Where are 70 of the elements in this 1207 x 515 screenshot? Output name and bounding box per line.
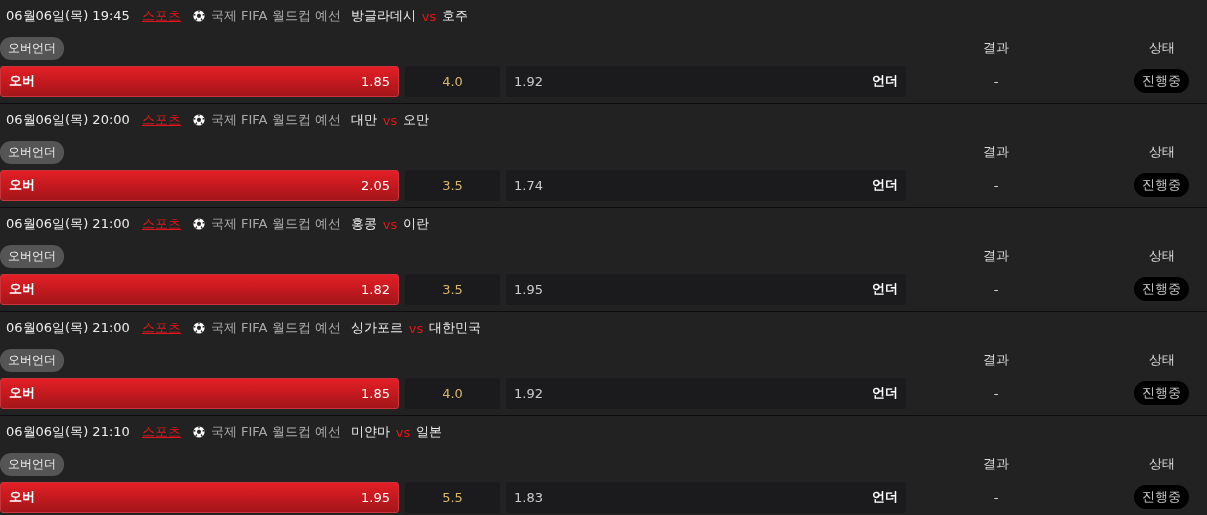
status-badge: 진행중 xyxy=(1134,485,1189,509)
column-header: 상태 xyxy=(1148,247,1175,265)
home-team: 싱가포르 xyxy=(350,319,403,337)
home-team: 홍콩 xyxy=(350,215,377,233)
status-badge: 진행중 xyxy=(1134,277,1189,301)
under-odds-button[interactable]: 1.74 언더 xyxy=(506,169,906,201)
versus-label: vs xyxy=(421,8,437,24)
status-badge: 진행중 xyxy=(1134,173,1189,197)
match-datetime: 06월06일(목) 20:00 xyxy=(6,111,130,129)
versus-label: vs xyxy=(382,112,398,128)
versus-label: vs xyxy=(395,424,411,440)
category-link[interactable]: 스포츠 xyxy=(141,7,181,25)
versus-label: vs xyxy=(408,320,424,336)
soccer-ball-icon xyxy=(192,218,205,230)
soccer-ball-icon xyxy=(192,114,205,126)
column-header: 상태 xyxy=(1148,143,1175,161)
result-value: - xyxy=(992,489,1000,505)
market-badge: 오버언더 xyxy=(0,348,64,372)
match-datetime: 06월06일(목) 21:00 xyxy=(6,319,130,337)
soccer-ball-icon xyxy=(192,426,205,438)
column-header: 결과 xyxy=(982,247,1010,265)
category-link[interactable]: 스포츠 xyxy=(141,423,181,441)
market-badge: 오버언더 xyxy=(0,140,64,164)
category-link[interactable]: 스포츠 xyxy=(141,319,181,337)
league-name: 국제 FIFA 월드컵 예선 xyxy=(210,111,341,129)
league-name: 국제 FIFA 월드컵 예선 xyxy=(210,319,341,337)
versus-label: vs xyxy=(382,216,398,232)
status-badge: 진행중 xyxy=(1134,381,1189,405)
home-team: 대만 xyxy=(350,111,377,129)
column-header: 상태 xyxy=(1148,455,1175,473)
soccer-ball-icon xyxy=(192,10,205,22)
column-header: 결과 xyxy=(982,39,1010,57)
under-odds-button[interactable]: 1.92 언더 xyxy=(506,377,906,409)
column-header: 상태 xyxy=(1148,351,1175,369)
market-badge: 오버언더 xyxy=(0,452,64,476)
category-link[interactable]: 스포츠 xyxy=(141,215,181,233)
away-team: 호주 xyxy=(442,7,469,25)
over-odds-button[interactable]: 오버 1.85 xyxy=(0,65,399,97)
match-datetime: 06월06일(목) 21:10 xyxy=(6,423,130,441)
league-name: 국제 FIFA 월드컵 예선 xyxy=(210,423,341,441)
away-team: 일본 xyxy=(416,423,443,441)
away-team: 오만 xyxy=(403,111,430,129)
market-badge: 오버언더 xyxy=(0,36,64,60)
match-datetime: 06월06일(목) 19:45 xyxy=(6,7,130,25)
column-header: 상태 xyxy=(1148,39,1175,57)
market-badge: 오버언더 xyxy=(0,244,64,268)
home-team: 방글라데시 xyxy=(350,7,416,25)
match-datetime: 06월06일(목) 21:00 xyxy=(6,215,130,233)
over-odds-button[interactable]: 오버 1.95 xyxy=(0,481,399,513)
under-odds-button[interactable]: 1.92 언더 xyxy=(506,65,906,97)
result-value: - xyxy=(992,73,1000,89)
column-header: 결과 xyxy=(982,455,1010,473)
result-value: - xyxy=(992,177,1000,193)
over-odds-button[interactable]: 오버 1.85 xyxy=(0,377,399,409)
under-odds-button[interactable]: 1.95 언더 xyxy=(506,273,906,305)
league-name: 국제 FIFA 월드컵 예선 xyxy=(210,7,341,25)
away-team: 대한민국 xyxy=(429,319,482,337)
result-value: - xyxy=(992,281,1000,297)
column-header: 결과 xyxy=(982,351,1010,369)
over-odds-button[interactable]: 오버 1.82 xyxy=(0,273,399,305)
category-link[interactable]: 스포츠 xyxy=(141,111,181,129)
home-team: 미얀마 xyxy=(350,423,390,441)
away-team: 이란 xyxy=(403,215,430,233)
under-odds-button[interactable]: 1.83 언더 xyxy=(506,481,906,513)
result-value: - xyxy=(992,385,1000,401)
status-badge: 진행중 xyxy=(1134,69,1189,93)
over-odds-button[interactable]: 오버 2.05 xyxy=(0,169,399,201)
league-name: 국제 FIFA 월드컵 예선 xyxy=(210,215,341,233)
soccer-ball-icon xyxy=(192,322,205,334)
column-header: 결과 xyxy=(982,143,1010,161)
